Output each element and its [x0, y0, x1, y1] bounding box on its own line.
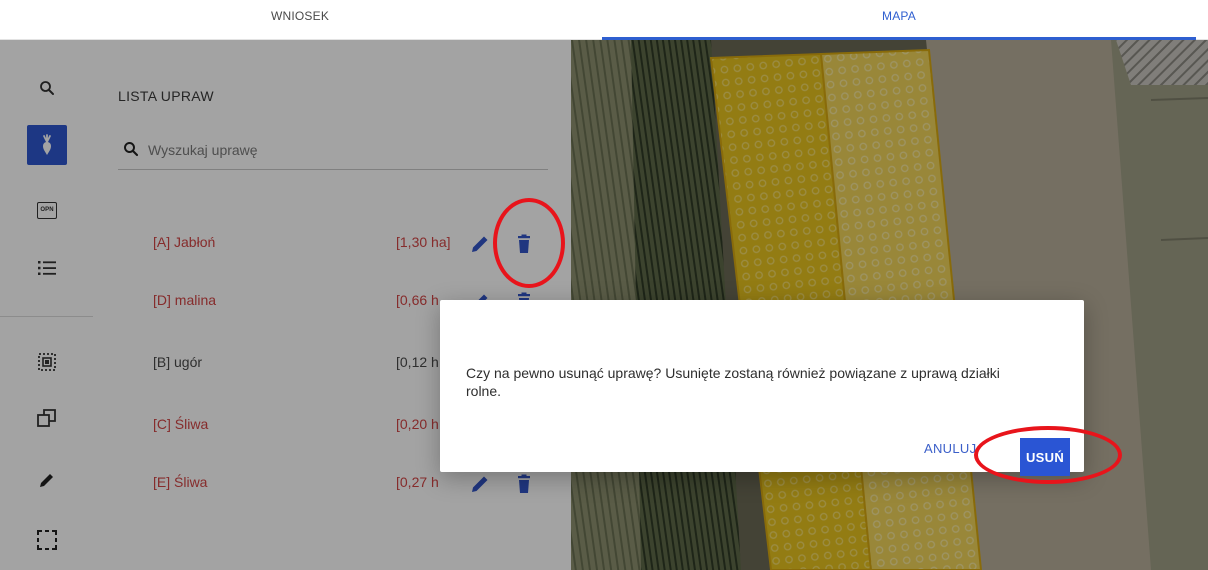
- crop-name: [D] malina: [153, 292, 217, 308]
- crop-area: [0,27 h: [396, 474, 439, 490]
- layers-copy-icon: [37, 409, 56, 427]
- active-tab-indicator: [602, 37, 1196, 40]
- opn-icon: OPN: [37, 201, 57, 219]
- crop-list-panel: LISTA UPRAW [A] Jabłoń [1,30 ha] [D] mal…: [93, 40, 571, 552]
- rail-crops-button[interactable]: [27, 125, 67, 165]
- rail-divider: [0, 316, 93, 317]
- crop-area: [1,30 ha]: [396, 234, 451, 250]
- search-icon: [124, 142, 139, 157]
- rail-draw-rect-button[interactable]: [25, 520, 69, 560]
- crop-row[interactable]: [E] Śliwa [0,27 h: [93, 468, 571, 498]
- cancel-button[interactable]: ANULUJ: [924, 438, 976, 458]
- crop-search: [118, 132, 548, 170]
- tab-wniosek[interactable]: WNIOSEK: [0, 0, 600, 40]
- crop-area: [0,66 h: [396, 292, 439, 308]
- confirm-delete-button[interactable]: USUŃ: [1020, 438, 1070, 476]
- dialog-message: Czy na pewno usunąć uprawę? Usunięte zos…: [466, 365, 1000, 399]
- crop-row[interactable]: [A] Jabłoń [1,30 ha]: [93, 228, 571, 258]
- search-icon: [40, 81, 54, 95]
- delete-confirm-dialog: Czy na pewno usunąć uprawę? Usunięte zos…: [440, 300, 1084, 476]
- tool-rail: OPN: [0, 40, 93, 570]
- rail-edit-button[interactable]: [25, 460, 69, 500]
- list-icon: [38, 261, 56, 275]
- rail-opn-button[interactable]: OPN: [25, 190, 69, 230]
- crop-name: [C] Śliwa: [153, 416, 209, 432]
- crop-name: [A] Jabłoń: [153, 234, 216, 250]
- tab-mapa[interactable]: MAPA: [600, 0, 1198, 40]
- app-window: WNIOSEK MAPA OPN LISTA UPRAW Wyszukaj up…: [0, 0, 1208, 570]
- crop-area: [0,12 h: [396, 354, 439, 370]
- delete-trash-icon[interactable]: [513, 233, 535, 255]
- rail-list-button[interactable]: [25, 248, 69, 288]
- crop-area: [0,20 h: [396, 416, 439, 432]
- crop-name: [B] ugór: [153, 354, 203, 370]
- top-tabs: WNIOSEK MAPA: [0, 0, 1208, 40]
- pencil-icon: [40, 474, 53, 487]
- rail-search-button[interactable]: [25, 68, 69, 108]
- opn-icon-label: OPN: [40, 207, 54, 213]
- crop-name: [E] Śliwa: [153, 474, 208, 490]
- crop-plant-icon: [43, 134, 51, 155]
- select-area-icon: [38, 353, 56, 371]
- rail-layers-button[interactable]: [25, 398, 69, 438]
- edit-pencil-icon[interactable]: [469, 233, 491, 255]
- delete-trash-icon[interactable]: [513, 473, 535, 495]
- crop-search-input[interactable]: [148, 138, 528, 162]
- rail-select-area-button[interactable]: [25, 342, 69, 382]
- edit-pencil-icon[interactable]: [469, 473, 491, 495]
- panel-title: LISTA UPRAW: [118, 88, 214, 104]
- dashed-rectangle-icon: [37, 530, 57, 550]
